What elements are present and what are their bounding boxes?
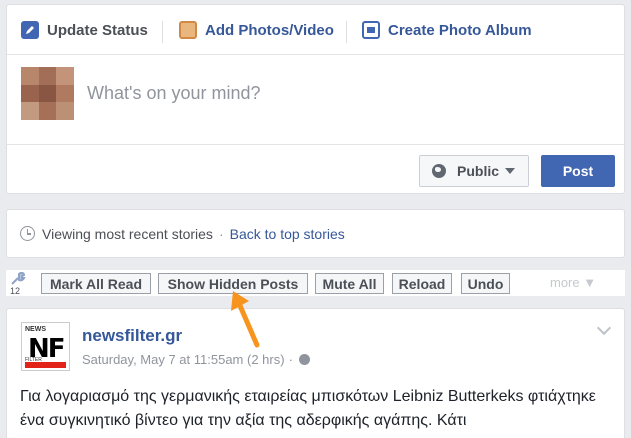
separator-dot: · [218, 225, 224, 242]
clock-icon [20, 226, 35, 241]
photo-icon [179, 21, 197, 39]
badge-count: 12 [10, 286, 21, 296]
separator-dot: · [288, 352, 293, 367]
post-button[interactable]: Post [541, 155, 615, 187]
audience-selector[interactable]: Public [419, 155, 529, 187]
composer-footer: Public Post [7, 144, 624, 194]
tab-divider [346, 21, 347, 43]
globe-icon [432, 164, 446, 178]
reload-button[interactable]: Reload [392, 273, 452, 294]
tab-create-photo-album[interactable]: Create Photo Album [362, 19, 532, 41]
tab-add-photos-video[interactable]: Add Photos/Video [179, 19, 334, 41]
viewing-text: Viewing most recent stories [42, 225, 213, 242]
avatar[interactable] [21, 67, 74, 120]
tab-label: Add Photos/Video [205, 21, 334, 39]
status-input[interactable] [87, 83, 587, 104]
wrench-icon[interactable] [10, 272, 26, 286]
globe-icon [298, 354, 310, 365]
more-dropdown[interactable]: more ▼ [550, 275, 596, 290]
tab-update-status[interactable]: Update Status [21, 19, 148, 41]
mark-all-read-button[interactable]: Mark All Read [41, 273, 151, 294]
feed-post: NEWS NF FILTER newsfilter.gr Saturday, M… [6, 308, 625, 438]
logo-bar [25, 362, 66, 368]
logo-text: NEWS [25, 326, 46, 333]
caret-down-icon [505, 168, 516, 174]
extension-toolbar: 12 Mark All Read Show Hidden Posts Mute … [6, 270, 625, 296]
tab-label: Create Photo Album [388, 21, 532, 39]
album-icon [362, 21, 380, 39]
story-order-bar: Viewing most recent stories · Back to to… [6, 209, 625, 258]
status-composer: Update Status Add Photos/Video Create Ph… [6, 4, 625, 194]
audience-label: Public [457, 163, 500, 179]
mute-all-button[interactable]: Mute All [315, 273, 384, 294]
page-name-link[interactable]: newsfilter.gr [82, 326, 182, 346]
undo-button[interactable]: Undo [461, 273, 510, 294]
back-to-top-stories-link[interactable]: Back to top stories [230, 226, 345, 242]
tab-divider [162, 21, 163, 43]
post-timestamp[interactable]: Saturday, May 7 at 11:55am (2 hrs) [82, 352, 285, 367]
tab-label: Update Status [47, 21, 148, 39]
post-body-text: Για λογαριασμό της γερμανικής εταιρείας … [20, 388, 596, 429]
post-meta: Saturday, May 7 at 11:55am (2 hrs) · [82, 352, 310, 367]
composer-tabs: Update Status Add Photos/Video Create Ph… [7, 5, 624, 55]
annotation-arrow-icon [231, 291, 260, 348]
chevron-down-icon[interactable] [596, 320, 612, 336]
page-logo[interactable]: NEWS NF FILTER [21, 322, 70, 371]
pencil-icon [21, 21, 39, 39]
